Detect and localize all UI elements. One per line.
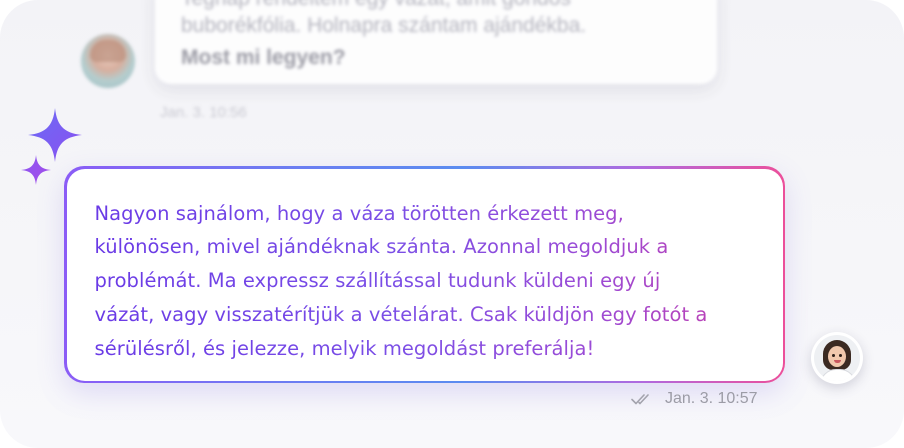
customer-message-timestamp: Jan. 3. 10:56 <box>160 104 247 121</box>
chat-panel: Tegnap rendeltem egy vázát, amit gondos … <box>0 0 904 448</box>
reply-line: különösen, mivel ajándéknak szánta. Azon… <box>94 235 669 259</box>
reply-line: sérülésről, és jelezze, melyik megoldást… <box>94 336 595 360</box>
customer-avatar <box>81 34 135 88</box>
customer-message-line: Tegnap rendeltem egy vázát, amit gondos <box>181 0 571 11</box>
previous-message: Tegnap rendeltem egy vázát, amit gondos … <box>0 0 904 140</box>
double-check-icon <box>631 394 649 405</box>
ai-reply-bubble: Nagyon sajnálom, hogy a váza törötten ér… <box>64 166 785 383</box>
ai-reply-text: Nagyon sajnálom, hogy a váza törötten ér… <box>95 197 755 366</box>
agent-avatar[interactable] <box>811 332 863 384</box>
customer-message-line: buborékfólia. Holnapra szántam ajándékba… <box>181 14 587 37</box>
reply-timestamp: Jan. 3. 10:57 <box>665 390 758 407</box>
reply-line: problémát. Ma expressz szállítással tudu… <box>94 269 661 293</box>
reply-line: vázát, vagy visszatérítjük a vételárat. … <box>94 302 708 326</box>
customer-message-line: Most mi legyen? <box>181 46 346 69</box>
ai-sparkle-small-icon <box>21 155 51 185</box>
customer-message-bubble <box>155 0 717 84</box>
reply-status-row: Jan. 3. 10:57 <box>631 389 758 409</box>
reply-line: Nagyon sajnálom, hogy a váza törötten ér… <box>94 201 624 225</box>
